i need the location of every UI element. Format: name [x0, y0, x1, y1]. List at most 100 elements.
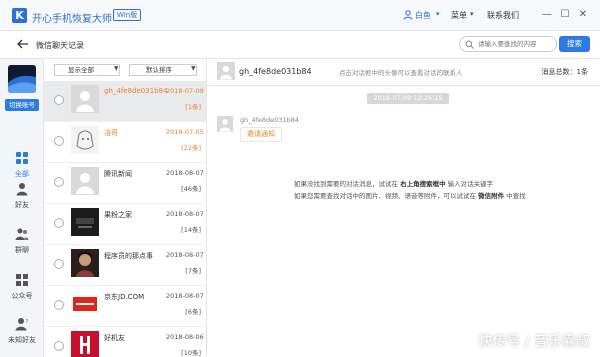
select-radio[interactable] [54, 95, 64, 105]
conversation-list-panel: 显示全部 ▼ 默认排序 ▼ gh_4fe8de031b84 2018-07-09… [44, 59, 207, 357]
conversation-name: gh_4fe8de031b84 [104, 87, 168, 95]
conversation-name: 涪哥 [104, 129, 118, 137]
user-name[interactable]: 白鱼 [415, 10, 431, 21]
grid-icon [16, 152, 28, 164]
close-icon[interactable]: ✕ [576, 8, 590, 22]
message-count: [10条] [181, 349, 201, 357]
tip-emphasis: 右上角搜索框中 [400, 180, 446, 188]
conversation-date: 2018-08-06 [166, 333, 204, 341]
menu-button[interactable]: 菜单 [451, 10, 467, 21]
message-count: [6条] [185, 308, 201, 316]
apple-fans-logo-avatar [71, 208, 99, 236]
message-total: 消息总数：1条 [541, 68, 588, 76]
tip-text: 中查找 [506, 192, 526, 200]
sidebar-item-friends[interactable]: 好友 [0, 180, 44, 216]
chat-panel: gh_4fe8de031b84 点击对话框中的头像可以查看对话的联系人 消息总数… [207, 59, 600, 357]
message-count: [7条] [185, 267, 201, 275]
sidebar-item-unknown-friends[interactable]: ? 未知好友 [0, 315, 44, 351]
user-icon[interactable] [403, 10, 413, 20]
tip-text: 如果没找到需要的对话消息，试试在 [294, 180, 398, 188]
sidebar-item-groups[interactable]: 群聊 [0, 225, 44, 261]
message-count: [22条] [181, 144, 201, 152]
contact-us-link[interactable]: 联系我们 [487, 10, 519, 21]
user-dropdown-icon[interactable]: ▾ [436, 10, 440, 18]
select-radio[interactable] [54, 177, 64, 187]
default-avatar-icon [71, 85, 99, 113]
search-input[interactable] [478, 38, 554, 50]
conversation-date: 2018-08-07 [166, 210, 204, 218]
tip-text: 输入对话关键字 [447, 180, 494, 188]
minimize-icon[interactable]: — [540, 8, 554, 22]
sidebar-item-label: 群聊 [15, 246, 29, 254]
watermark: 快传号 / 音乐囊叔 [478, 334, 590, 350]
device-avatar[interactable] [8, 65, 36, 93]
sidebar: 切换账号 全部 好友 群聊 公众号 ? 未知好友 [0, 59, 44, 357]
tip-emphasis: 微信附件 [478, 192, 505, 200]
sketch-avatar [71, 126, 99, 154]
sidebar-item-label: 未知好友 [8, 336, 36, 344]
page-title: 微信聊天记录 [36, 41, 84, 50]
maximize-icon[interactable]: ☐ [558, 8, 572, 22]
default-avatar-icon[interactable] [217, 62, 235, 80]
conversation-row[interactable]: 程序员的那点事 2018-08-07 [7条] [44, 245, 206, 286]
sidebar-item-official-accounts[interactable]: 公众号 [0, 271, 44, 307]
photo-avatar [71, 249, 99, 277]
conversation-date: 2018-08-07 [166, 251, 204, 259]
message-count: [14条] [181, 226, 201, 234]
conversation-row[interactable]: 腾讯新闻 2018-08-07 [46条] [44, 163, 206, 204]
tip-text: 如果您需要查找对话中的图片、视频、语音等附件，可以试试在 [294, 192, 476, 200]
jd-logo-avatar [71, 290, 99, 318]
conversation-name: 腾讯新闻 [104, 170, 132, 178]
select-radio[interactable] [54, 300, 64, 310]
select-radio[interactable] [54, 341, 64, 351]
search-icon [465, 40, 474, 49]
conversation-row[interactable]: 京东JD.COM 2018-08-07 [6条] [44, 286, 206, 327]
conversation-date: 2018-07-05 [166, 128, 204, 136]
edition-badge: Win版 [113, 9, 142, 21]
default-avatar-icon [71, 167, 99, 195]
person-icon [16, 183, 28, 196]
chat-hint: 点击对话框中的头像可以查看对话的联系人 [339, 69, 463, 77]
search-button[interactable]: 搜索 [559, 36, 590, 52]
group-icon [15, 228, 29, 240]
conversation-row[interactable]: gh_4fe8de031b84 2018-07-09 [1条] [44, 81, 206, 122]
conversation-name: 果粉之家 [104, 211, 132, 219]
conversation-row[interactable]: 涪哥 2018-07-05 [22条] [44, 122, 206, 163]
conversation-name: 京东JD.COM [104, 293, 145, 301]
message-bubble[interactable]: 邀请通知 [240, 127, 282, 142]
sidebar-item-label: 全部 [15, 170, 29, 178]
chevron-down-icon[interactable]: ▼ [191, 65, 196, 72]
sort-select[interactable]: 默认排序 [129, 64, 197, 76]
select-radio[interactable] [54, 136, 64, 146]
message-count: [1条] [185, 103, 201, 111]
conversation-name: 程序员的那点事 [104, 252, 153, 260]
select-radio[interactable] [54, 218, 64, 228]
sidebar-item-label: 好友 [15, 201, 29, 209]
conversation-name: 好机友 [104, 334, 125, 342]
svg-text:?: ? [26, 319, 29, 325]
conversation-row[interactable]: 好机友 2018-08-06 [10条] [44, 327, 206, 357]
red-logo-avatar [71, 331, 99, 357]
sidebar-item-label: 公众号 [11, 292, 33, 300]
apps-icon [16, 274, 28, 286]
title-bar: K 开心手机恢复大师 Win版 白鱼 ▾ 菜单 ▾ 联系我们 — ☐ ✕ [0, 0, 600, 31]
switch-account-button[interactable]: 切换账号 [5, 99, 39, 111]
sub-header: 微信聊天记录 搜索 [0, 31, 600, 59]
conversation-date: 2018-08-07 [166, 169, 204, 177]
select-radio[interactable] [54, 259, 64, 269]
conversation-date: 2018-07-09 [166, 87, 204, 95]
app-window: K 开心手机恢复大师 Win版 白鱼 ▾ 菜单 ▾ 联系我们 — ☐ ✕ 微信聊… [0, 0, 600, 357]
help-tip-attachments: 如果您需要查找对话中的图片、视频、语音等附件，可以试试在 微信附件 中查找 [294, 190, 526, 200]
conversation-row[interactable]: 果粉之家 2018-08-07 [14条] [44, 204, 206, 245]
chevron-down-icon[interactable]: ▼ [114, 65, 119, 72]
filter-select[interactable]: 显示全部 [54, 64, 120, 76]
unknown-person-icon: ? [15, 318, 29, 331]
sender-avatar[interactable] [217, 116, 233, 132]
conversation-date: 2018-08-07 [166, 292, 204, 300]
chat-header: gh_4fe8de031b84 点击对话框中的头像可以查看对话的联系人 消息总数… [207, 59, 600, 86]
help-tip-search: 如果没找到需要的对话消息，试试在 右上角搜索框中 输入对话关键字 [294, 178, 493, 188]
menu-dropdown-icon[interactable]: ▾ [470, 10, 474, 18]
chat-contact-name: gh_4fe8de031b84 [239, 67, 312, 76]
back-arrow-icon[interactable] [16, 37, 30, 51]
app-title: 开心手机恢复大师 [32, 14, 112, 25]
